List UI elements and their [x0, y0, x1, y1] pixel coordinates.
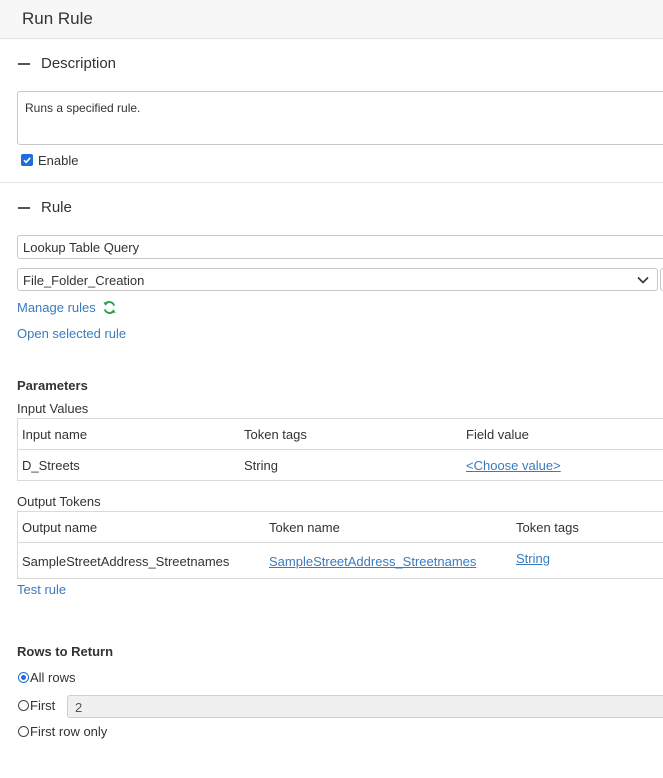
column-header-token-tags: Token tags	[516, 520, 579, 535]
token-tags-link[interactable]: String	[516, 551, 550, 566]
column-header-token-tags: Token tags	[244, 427, 307, 442]
enable-checkbox[interactable]	[21, 154, 33, 166]
output-name-cell: SampleStreetAddress_Streetnames	[22, 554, 230, 569]
rule-section-toggle[interactable]: Rule	[18, 199, 72, 216]
rule-select-value: File_Folder_Creation	[23, 273, 145, 288]
output-tokens-label: Output Tokens	[17, 494, 101, 509]
first-rows-count-input[interactable]: 2	[67, 695, 663, 718]
rule-heading: Rule	[41, 199, 72, 216]
collapse-icon	[18, 206, 30, 209]
section-divider	[0, 182, 663, 183]
first-row-only-label: First row only	[30, 724, 108, 739]
table-row-divider	[17, 542, 663, 543]
first-rows-count-value: 2	[75, 700, 83, 715]
open-selected-rule-link[interactable]: Open selected rule	[17, 326, 126, 341]
collapse-icon	[18, 62, 30, 65]
parameters-heading: Parameters	[17, 378, 88, 393]
column-header-output-name: Output name	[22, 520, 98, 535]
description-textarea[interactable]: Runs a specified rule.	[17, 91, 663, 145]
rule-select[interactable]: File_Folder_Creation	[17, 268, 658, 291]
test-rule-link[interactable]: Test rule	[17, 582, 66, 597]
token-tags-cell: String	[244, 458, 278, 473]
enable-label: Enable	[38, 153, 79, 168]
column-header-token-name: Token name	[269, 520, 340, 535]
manage-rules-link[interactable]: Manage rules	[17, 300, 96, 315]
input-name-cell: D_Streets	[22, 458, 80, 473]
column-header-field-value: Field value	[466, 427, 529, 442]
description-section-toggle[interactable]: Description	[18, 55, 116, 72]
input-values-label: Input Values	[17, 401, 89, 416]
description-heading: Description	[41, 55, 117, 72]
rows-to-return-heading: Rows to Return	[17, 644, 114, 659]
column-header-input-name: Input name	[22, 427, 88, 442]
token-name-link[interactable]: SampleStreetAddress_Streetnames	[269, 554, 476, 569]
table-row-divider	[17, 578, 663, 579]
table-row-divider	[17, 480, 663, 481]
checkmark-icon	[23, 157, 31, 164]
refresh-icon[interactable]	[102, 300, 117, 315]
all-rows-radio[interactable]	[18, 672, 29, 683]
chevron-down-icon	[637, 276, 649, 284]
first-rows-radio[interactable]	[18, 700, 29, 711]
choose-value-link[interactable]: <Choose value>	[466, 458, 561, 473]
first-rows-label: First	[30, 698, 56, 713]
all-rows-label: All rows	[30, 670, 76, 685]
rule-type-value: Lookup Table Query	[23, 240, 140, 255]
dialog-title: Run Rule	[22, 9, 93, 28]
table-row-divider	[17, 449, 663, 450]
description-text: Runs a specified rule.	[25, 101, 141, 115]
dialog-header: Run Rule	[0, 0, 663, 39]
rule-type-field[interactable]: Lookup Table Query	[17, 235, 663, 259]
first-row-only-radio[interactable]	[18, 726, 29, 737]
